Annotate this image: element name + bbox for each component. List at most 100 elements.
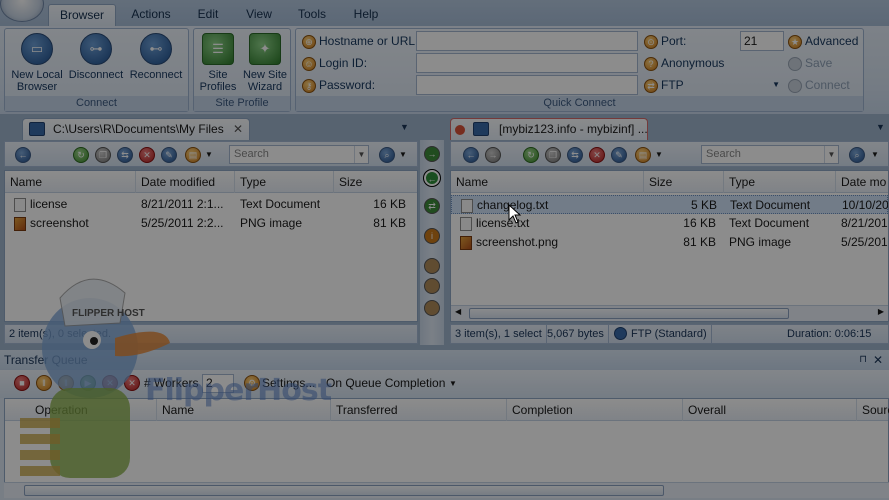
- remove-icon[interactable]: ✕: [102, 375, 118, 391]
- search-icon[interactable]: ⌕: [849, 147, 865, 163]
- port-input[interactable]: 21: [740, 31, 784, 51]
- new-local-browser-button[interactable]: ▭ New Local Browser: [9, 33, 65, 93]
- forward-icon[interactable]: →: [485, 147, 501, 163]
- disconnect-button[interactable]: ⊶ Disconnect: [67, 33, 125, 81]
- chevron-down-icon[interactable]: ▼: [876, 122, 885, 132]
- chevron-down-icon[interactable]: ▼: [399, 150, 407, 159]
- column-operation[interactable]: Operation: [5, 399, 157, 421]
- connection-status-icon: [455, 125, 465, 135]
- refresh-icon[interactable]: ↻: [523, 147, 539, 163]
- chevron-down-icon[interactable]: ▼: [400, 122, 409, 132]
- left-pane-tab[interactable]: C:\Users\R\Documents\My Files ✕: [22, 118, 250, 140]
- table-row[interactable]: screenshot.png 81 KB PNG image 5/25/201: [451, 233, 888, 252]
- copy-icon[interactable]: ❐: [545, 147, 561, 163]
- view-options-icon[interactable]: ▤: [635, 147, 651, 163]
- login-input[interactable]: [416, 53, 638, 73]
- tab-help[interactable]: Help: [344, 4, 388, 26]
- scrollbar-thumb[interactable]: [24, 485, 664, 496]
- copy-icon[interactable]: ❐: [95, 147, 111, 163]
- close-icon[interactable]: ✕: [233, 119, 243, 139]
- site-profiles-button[interactable]: ☰ Site Profiles: [196, 33, 240, 93]
- chevron-down-icon[interactable]: ▼: [354, 146, 368, 163]
- right-pane-tab[interactable]: [mybiz123.info - mybizinf] ...: [450, 118, 648, 140]
- login-label: ☺ Login ID:: [302, 53, 367, 73]
- stop-icon[interactable]: ■: [14, 375, 30, 391]
- move-icon[interactable]: ⇆: [567, 147, 583, 163]
- search-icon[interactable]: ⌕: [379, 147, 395, 163]
- column-name[interactable]: Name: [451, 171, 644, 193]
- ribbon-tab-bar: Browser Actions Edit View Tools Help: [0, 0, 889, 26]
- delete-icon[interactable]: ✕: [589, 147, 605, 163]
- scrollbar-thumb[interactable]: [469, 308, 789, 319]
- save-button[interactable]: Save: [788, 53, 832, 73]
- tab-actions[interactable]: Actions: [122, 4, 180, 26]
- tab-tools[interactable]: Tools: [290, 4, 334, 26]
- column-size[interactable]: Size: [334, 171, 417, 193]
- chevron-down-icon[interactable]: ▼: [205, 150, 213, 159]
- column-date-modified[interactable]: Date modified: [136, 171, 235, 193]
- advanced-button[interactable]: ★ Advanced: [788, 31, 858, 51]
- pause-icon[interactable]: ‖: [36, 375, 52, 391]
- column-type[interactable]: Type: [724, 171, 836, 193]
- column-size[interactable]: Size: [644, 171, 724, 193]
- rename-icon[interactable]: ✎: [161, 147, 177, 163]
- right-search-input[interactable]: Search ▼: [701, 145, 839, 164]
- app-menu-orb[interactable]: [0, 0, 44, 22]
- transfer-right-icon[interactable]: →: [424, 146, 440, 162]
- column-source[interactable]: Sourc: [857, 399, 889, 421]
- column-completion[interactable]: Completion: [507, 399, 683, 421]
- tab-edit[interactable]: Edit: [188, 4, 228, 26]
- scroll-left-icon[interactable]: ◀: [455, 307, 461, 316]
- queue-remove-icon[interactable]: [424, 278, 440, 294]
- delete-icon[interactable]: ✕: [139, 147, 155, 163]
- queue-horizontal-scrollbar[interactable]: [4, 482, 889, 498]
- left-list-header: Name Date modified Type Size: [5, 171, 417, 193]
- view-options-icon[interactable]: ▤: [185, 147, 201, 163]
- right-horizontal-scrollbar[interactable]: ◀ ▶: [451, 305, 888, 321]
- queue-option-icon[interactable]: [424, 300, 440, 316]
- hostname-input[interactable]: [416, 31, 638, 51]
- sync-icon[interactable]: ⇄: [424, 198, 440, 214]
- ftp-icon: [614, 327, 627, 340]
- column-transferred[interactable]: Transferred: [331, 399, 507, 421]
- site-profile-group: ☰ Site Profiles ✦ New Site Wizard Site P…: [193, 28, 291, 112]
- column-type[interactable]: Type: [235, 171, 334, 193]
- new-site-wizard-button[interactable]: ✦ New Site Wizard: [240, 33, 290, 93]
- anonymous-checkbox[interactable]: ? Anonymous: [644, 53, 724, 73]
- on-queue-completion-dropdown[interactable]: On Queue Completion: [326, 376, 445, 390]
- rename-icon[interactable]: ✎: [611, 147, 627, 163]
- move-icon[interactable]: ⇆: [117, 147, 133, 163]
- compare-icon[interactable]: i: [424, 228, 440, 244]
- tab-view[interactable]: View: [238, 4, 280, 26]
- column-date-modified[interactable]: Date mo: [836, 171, 888, 193]
- queue-add-icon[interactable]: [424, 258, 440, 274]
- start-icon[interactable]: ▶: [80, 375, 96, 391]
- pause-all-icon[interactable]: ‖: [58, 375, 74, 391]
- connect-button[interactable]: Connect: [788, 75, 850, 95]
- chevron-down-icon[interactable]: ▼: [449, 379, 457, 388]
- transfer-left-icon[interactable]: ←: [423, 169, 441, 187]
- left-search-input[interactable]: Search ▼: [229, 145, 369, 164]
- reconnect-button[interactable]: ⊷ Reconnect: [127, 33, 185, 81]
- pin-icon[interactable]: ⊓: [859, 350, 867, 370]
- chevron-down-icon[interactable]: ▼: [655, 150, 663, 159]
- chevron-down-icon[interactable]: ▼: [824, 146, 838, 163]
- protocol-select[interactable]: ⇄ FTP ▼: [644, 75, 784, 95]
- tab-browser[interactable]: Browser: [48, 4, 116, 26]
- back-icon[interactable]: ←: [15, 147, 31, 163]
- chevron-down-icon[interactable]: ▼: [871, 150, 879, 159]
- table-row[interactable]: screenshot 5/25/2011 2:2... PNG image 81…: [5, 214, 417, 233]
- table-row[interactable]: license 8/21/2011 2:1... Text Document 1…: [5, 195, 417, 214]
- clear-icon[interactable]: ✕: [124, 375, 140, 391]
- close-icon[interactable]: ✕: [873, 350, 883, 370]
- refresh-icon[interactable]: ↻: [73, 147, 89, 163]
- right-list-header: Name Size Type Date mo: [451, 171, 888, 193]
- transfer-queue-title: Transfer Queue ⊓ ✕: [0, 350, 889, 370]
- column-name[interactable]: Name: [5, 171, 136, 193]
- save-icon: [788, 56, 802, 71]
- back-icon[interactable]: ←: [463, 147, 479, 163]
- scroll-right-icon[interactable]: ▶: [878, 307, 884, 316]
- protocol-icon: ⇄: [644, 78, 658, 93]
- password-input[interactable]: [416, 75, 638, 95]
- column-overall[interactable]: Overall: [683, 399, 857, 421]
